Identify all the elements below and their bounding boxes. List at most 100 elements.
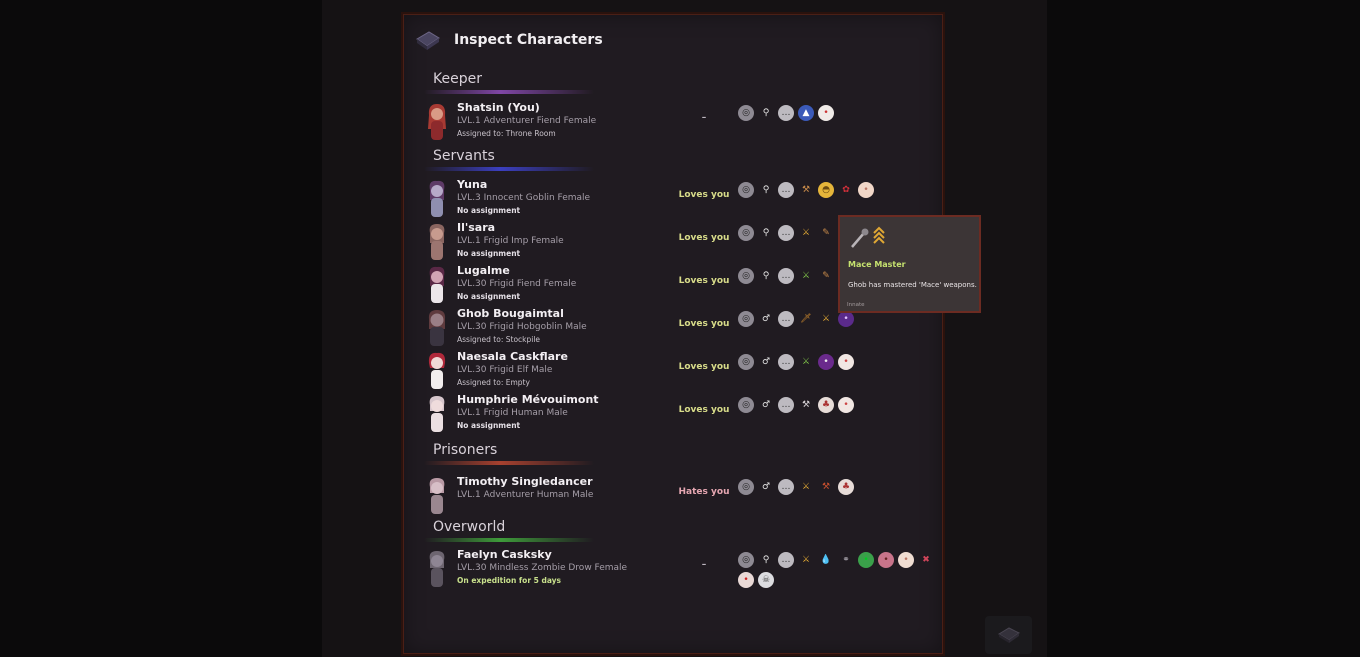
character-row-humphrie[interactable]: Humphrie Mévouimont LVL.1 Frigid Human M…: [404, 393, 944, 435]
mask-icon[interactable]: ◎: [738, 225, 754, 241]
blue-hat-icon[interactable]: ▲: [798, 105, 814, 121]
male-icon[interactable]: ♂: [758, 354, 774, 370]
section-underline: [424, 461, 594, 465]
pin-icon[interactable]: ⚲: [758, 552, 774, 568]
purple-face-icon[interactable]: •: [818, 354, 834, 370]
character-portrait: [429, 551, 445, 587]
character-row-shatsin[interactable]: Shatsin (You) LVL.1 Adventurer Fiend Fem…: [404, 101, 944, 143]
character-name: Faelyn Casksky: [457, 548, 552, 561]
green-face-icon[interactable]: •: [858, 552, 874, 568]
character-assignment: Assigned to: Stockpile: [457, 335, 541, 344]
helmet-icon[interactable]: ◓: [818, 182, 834, 198]
character-portrait: [429, 266, 445, 303]
mask-icon[interactable]: ◎: [738, 479, 754, 495]
character-row-yuna[interactable]: Yuna LVL.3 Innocent Goblin Female No ass…: [404, 178, 944, 220]
character-level-class: LVL.30 Frigid Hobgoblin Male: [457, 322, 587, 332]
character-assignment: No assignment: [457, 249, 521, 258]
character-portrait: [428, 352, 446, 389]
speech-icon[interactable]: …: [778, 225, 794, 241]
cross-icon[interactable]: ✖: [918, 552, 934, 568]
character-name: Yuna: [457, 178, 488, 191]
mask-icon[interactable]: ◎: [738, 354, 754, 370]
character-name: Lugalme: [457, 264, 510, 277]
skull-icon[interactable]: ☠: [758, 572, 774, 588]
mushroom-icon[interactable]: ♣: [838, 479, 854, 495]
pickaxe-icon[interactable]: ⚒: [798, 182, 814, 198]
section-underline: [424, 90, 594, 94]
tooltip-title: Mace Master: [848, 260, 906, 269]
mask-icon[interactable]: ◎: [738, 268, 754, 284]
mace-icon[interactable]: ⚔: [818, 311, 834, 327]
pin-icon[interactable]: ⚲: [758, 268, 774, 284]
relation-status: –: [701, 113, 707, 123]
character-level-class: LVL.1 Adventurer Human Male: [457, 490, 594, 500]
character-assignment: No assignment: [457, 292, 521, 301]
trait-tooltip: Mace Master Ghob has mastered 'Mace' wea…: [838, 215, 981, 313]
male-icon[interactable]: ♂: [758, 397, 774, 413]
speech-icon[interactable]: …: [778, 479, 794, 495]
pig-icon[interactable]: •: [878, 552, 894, 568]
pin-icon[interactable]: ⚲: [758, 182, 774, 198]
speech-icon[interactable]: …: [778, 311, 794, 327]
character-row-timothy[interactable]: Timothy Singledancer LVL.1 Adventurer Hu…: [404, 475, 944, 517]
mask-icon[interactable]: ◎: [738, 311, 754, 327]
sword-icon[interactable]: ⚔: [798, 552, 814, 568]
trait-icons: ◎ ⚲ … ⚒ ◓ ✿ •: [738, 182, 938, 198]
egg-face-icon[interactable]: •: [818, 105, 834, 121]
character-row-ghob[interactable]: Ghob Bougaimtal LVL.30 Frigid Hobgoblin …: [404, 307, 944, 349]
panel-title: Inspect Characters: [454, 32, 603, 48]
character-name: Humphrie Mévouimont: [457, 393, 599, 406]
axe-icon[interactable]: ⚒: [798, 397, 814, 413]
demon-face-icon[interactable]: •: [838, 311, 854, 327]
wrench-icon[interactable]: ✎: [818, 268, 834, 284]
character-row-naesala[interactable]: Naesala Caskflare LVL.30 Frigid Elf Male…: [404, 350, 944, 392]
face-icon[interactable]: •: [898, 552, 914, 568]
trait-icons: ◎ ⚲ … ▲ •: [738, 105, 938, 121]
face-icon[interactable]: •: [858, 182, 874, 198]
character-level-class: LVL.1 Frigid Imp Female: [457, 236, 564, 246]
face-icon[interactable]: •: [838, 397, 854, 413]
trait-icons: ◎ ♂ … 🗡 ⚔ •: [738, 311, 938, 327]
red-face-icon[interactable]: •: [738, 572, 754, 588]
male-icon[interactable]: ♂: [758, 479, 774, 495]
male-icon[interactable]: ♂: [758, 311, 774, 327]
character-portrait: [429, 478, 445, 514]
panel-header: Inspect Characters: [414, 25, 603, 55]
rose-icon[interactable]: ✿: [838, 182, 854, 198]
section-underline: [424, 538, 594, 542]
character-assignment: Assigned to: Empty: [457, 378, 530, 387]
speech-icon[interactable]: …: [778, 268, 794, 284]
mask-icon[interactable]: ◎: [738, 552, 754, 568]
mask-icon[interactable]: ◎: [738, 397, 754, 413]
relation-status: Loves you: [678, 233, 730, 243]
mask-icon[interactable]: ◎: [738, 105, 754, 121]
character-row-faelyn[interactable]: Faelyn Casksky LVL.30 Mindless Zombie Dr…: [404, 548, 944, 590]
speech-icon[interactable]: …: [778, 552, 794, 568]
drop-icon[interactable]: 💧: [818, 552, 834, 568]
speech-icon[interactable]: …: [778, 397, 794, 413]
mask-icon[interactable]: ◎: [738, 182, 754, 198]
relation-status: Hates you: [678, 487, 730, 497]
chain-icon[interactable]: ⚭: [838, 552, 854, 568]
dagger-icon[interactable]: 🗡: [798, 311, 814, 327]
wrench-icon[interactable]: ✎: [818, 225, 834, 241]
pin-icon[interactable]: ⚲: [758, 225, 774, 241]
speech-icon[interactable]: …: [778, 105, 794, 121]
speech-icon[interactable]: …: [778, 182, 794, 198]
face-icon[interactable]: •: [838, 354, 854, 370]
mace-icon[interactable]: ⚔: [798, 225, 814, 241]
mace-icon[interactable]: ⚔: [798, 268, 814, 284]
pin-icon[interactable]: ⚲: [758, 105, 774, 121]
trait-icons: ◎ ⚲ … ⚔ 💧 ⚭ • • • ✖ • ☠: [738, 552, 938, 588]
character-portrait: [429, 396, 445, 432]
relation-status: –: [701, 560, 707, 570]
inspect-toggle-button[interactable]: [985, 616, 1032, 654]
mushroom-icon[interactable]: ♣: [818, 397, 834, 413]
pickaxe-icon[interactable]: ⚒: [818, 479, 834, 495]
trait-icons: ◎ ♂ … ⚔ • •: [738, 354, 938, 370]
character-portrait: [428, 310, 446, 346]
sword-icon[interactable]: ⚔: [798, 479, 814, 495]
speech-icon[interactable]: …: [778, 354, 794, 370]
character-level-class: LVL.1 Frigid Human Male: [457, 408, 568, 418]
sword-icon[interactable]: ⚔: [798, 354, 814, 370]
